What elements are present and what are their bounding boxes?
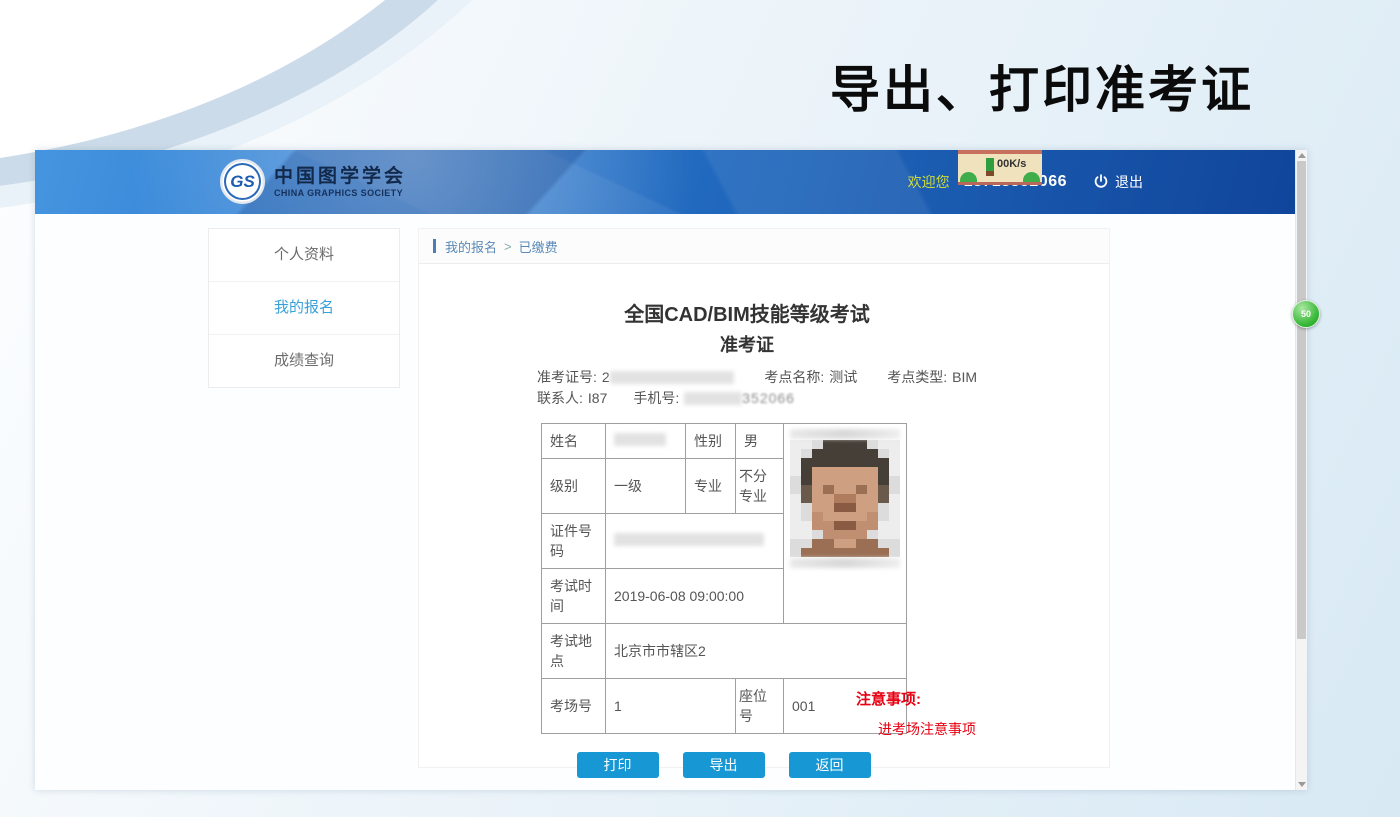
level-value: 一级 xyxy=(606,459,686,514)
ticket-table: 姓名 性别 男 级别 一级 专业 不分专业 xyxy=(541,423,907,734)
bush-icon xyxy=(960,172,977,182)
ticket-info: 准考证号: 2 考点名称: 测试 考点类型: BIM 联系人: I87 手机号:… xyxy=(537,367,977,409)
power-icon[interactable] xyxy=(1093,174,1109,190)
mobile-label: 手机号: xyxy=(633,388,679,409)
export-button[interactable]: 导出 xyxy=(683,752,765,778)
sidebar-item-profile[interactable]: 个人资料 xyxy=(209,229,399,282)
exam-place-label: 考试地点 xyxy=(542,624,606,679)
sidebar-item-score-query[interactable]: 成绩查询 xyxy=(209,335,399,387)
scroll-down-icon[interactable] xyxy=(1298,782,1306,787)
notes-section: 注意事项: 进考场注意事项 xyxy=(856,688,976,739)
notes-link[interactable]: 进考场注意事项 xyxy=(878,719,976,739)
exam-time-label: 考试时间 xyxy=(542,569,606,624)
ticket-no-label: 准考证号: xyxy=(537,367,597,388)
admission-ticket: 全国CAD/BIM技能等级考试 准考证 准考证号: 2 考点名称: 测试 考点类… xyxy=(419,264,1109,768)
table-row: 考试地点 北京市市辖区2 xyxy=(542,624,907,679)
id-number-redacted xyxy=(614,533,764,546)
exam-time-value: 2019-06-08 09:00:00 xyxy=(606,569,784,624)
breadcrumb-separator: > xyxy=(504,239,512,254)
id-number-label: 证件号码 xyxy=(542,514,606,569)
logout-button[interactable]: 退出 xyxy=(1115,172,1143,192)
scroll-up-icon[interactable] xyxy=(1298,153,1306,158)
button-row: 打印 导出 返回 xyxy=(541,752,906,778)
level-label: 级别 xyxy=(542,459,606,514)
welcome-text: 欢迎您 xyxy=(908,172,950,192)
back-button[interactable]: 返回 xyxy=(789,752,871,778)
pixelated-face-photo xyxy=(790,440,900,557)
slide-title: 导出、打印准考证 xyxy=(830,50,1254,122)
breadcrumb-current: 已缴费 xyxy=(519,237,558,256)
scrollbar[interactable] xyxy=(1295,150,1307,790)
breadcrumb: 我的报名 > 已缴费 xyxy=(419,229,1109,264)
browser-screenshot: GS 中国图学学会 CHINA GRAPHICS SOCIETY 欢迎您 187… xyxy=(35,150,1307,790)
mobile-redacted xyxy=(684,392,742,405)
ticket-no-redacted xyxy=(610,371,735,384)
breadcrumb-section[interactable]: 我的报名 xyxy=(445,237,497,256)
logo-text: 中国图学学会 CHINA GRAPHICS SOCIETY xyxy=(274,166,406,198)
scrollbar-thumb[interactable] xyxy=(1297,161,1306,639)
app-header: GS 中国图学学会 CHINA GRAPHICS SOCIETY 欢迎您 187… xyxy=(35,150,1295,214)
contact-label: 联系人: xyxy=(537,388,583,409)
exam-title: 全国CAD/BIM技能等级考试 xyxy=(537,264,957,327)
logo-name-en: CHINA GRAPHICS SOCIETY xyxy=(274,188,406,198)
major-value: 不分专业 xyxy=(736,459,784,514)
name-value-redacted xyxy=(606,424,686,459)
logo[interactable]: GS 中国图学学会 CHINA GRAPHICS SOCIETY xyxy=(220,159,406,204)
major-label: 专业 xyxy=(686,459,736,514)
ticket-info-line1: 准考证号: 2 考点名称: 测试 考点类型: BIM xyxy=(537,367,977,388)
ticket-info-line2: 联系人: I87 手机号: 352066 xyxy=(537,388,977,409)
table-row: 考场号 1 座位号 001 xyxy=(542,679,907,734)
site-name-value: 测试 xyxy=(829,367,857,388)
bush-icon xyxy=(1023,172,1040,182)
room-value: 1 xyxy=(606,679,736,734)
gender-label: 性别 xyxy=(686,424,736,459)
seat-label: 座位号 xyxy=(736,679,784,734)
exam-place-value: 北京市市辖区2 xyxy=(606,624,907,679)
id-photo xyxy=(784,424,907,624)
name-label: 姓名 xyxy=(542,424,606,459)
main-panel: 我的报名 > 已缴费 全国CAD/BIM技能等级考试 准考证 准考证号: 2 考… xyxy=(418,228,1110,768)
room-label: 考场号 xyxy=(542,679,606,734)
gender-value: 男 xyxy=(736,424,784,459)
site-name-label: 考点名称: xyxy=(764,367,824,388)
name-redacted xyxy=(614,433,666,446)
print-button[interactable]: 打印 xyxy=(577,752,659,778)
floating-badge-text: 50 xyxy=(1301,309,1311,319)
table-row: 姓名 性别 男 xyxy=(542,424,907,459)
ticket-no-visible: 2 xyxy=(602,367,610,388)
photo-blur-top xyxy=(790,429,900,439)
logo-emblem-text: GS xyxy=(230,172,255,192)
logo-name-cn: 中国图学学会 xyxy=(274,166,406,188)
notes-title: 注意事项: xyxy=(856,691,921,708)
sidebar-item-my-registration[interactable]: 我的报名 xyxy=(209,282,399,335)
id-number-value-redacted xyxy=(606,514,784,569)
ticket-title: 准考证 xyxy=(537,331,957,357)
speed-text: 00K/s xyxy=(997,158,1026,170)
photo-blur-bottom xyxy=(790,558,900,568)
network-speed-widget: 00K/s xyxy=(958,150,1042,185)
floating-badge[interactable]: 50 xyxy=(1292,300,1320,328)
site-type-label: 考点类型: xyxy=(887,367,947,388)
contact-value: I87 xyxy=(588,388,607,409)
site-type-value: BIM xyxy=(952,367,977,388)
sidebar: 个人资料 我的报名 成绩查询 xyxy=(208,228,400,388)
logo-emblem-icon: GS xyxy=(220,159,265,204)
mobile-visible: 352066 xyxy=(742,388,795,409)
tree-icon xyxy=(986,158,994,176)
breadcrumb-bar-icon xyxy=(433,239,436,253)
